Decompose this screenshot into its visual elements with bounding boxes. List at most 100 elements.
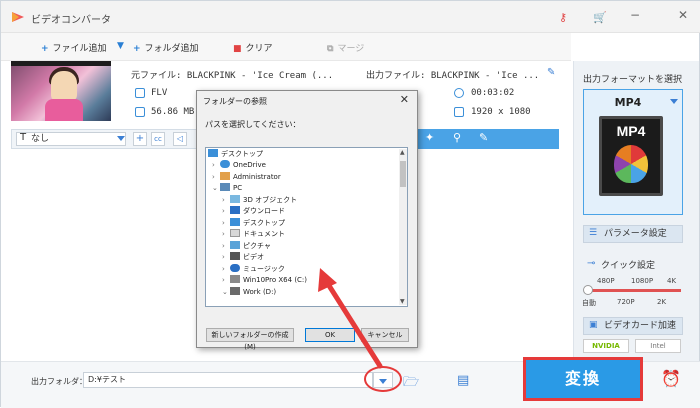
pictures-icon bbox=[230, 241, 240, 249]
expand-icon[interactable]: › bbox=[222, 206, 230, 217]
expand-icon[interactable]: › bbox=[222, 252, 230, 263]
convert-button[interactable]: 変換 bbox=[523, 357, 643, 401]
nvidia-badge: NVIDIA bbox=[583, 339, 629, 353]
folder-browse-icon[interactable]: ▤ bbox=[457, 373, 469, 388]
tree-item[interactable]: › ピクチャ bbox=[222, 241, 271, 252]
plus-icon: + bbox=[133, 44, 141, 54]
subtitle-select[interactable]: なし bbox=[16, 132, 126, 146]
add-folder-button[interactable]: + フォルダ追加 bbox=[133, 41, 199, 54]
source-file-name: 元ファイル: BLACKPINK - 'Ice Cream (... bbox=[131, 71, 334, 81]
expand-icon[interactable]: › bbox=[222, 275, 230, 286]
source-format: FLV bbox=[151, 88, 168, 98]
alarm-clock-icon[interactable]: ⏰ bbox=[661, 369, 681, 388]
new-folder-button[interactable]: 新しいフォルダーの作成(M) bbox=[206, 328, 294, 351]
drive-icon bbox=[230, 287, 240, 295]
text-icon: T bbox=[20, 132, 27, 143]
expand-icon[interactable]: › bbox=[222, 241, 230, 252]
quick-settings-label: クイック設定 bbox=[601, 261, 656, 271]
app-logo-icon bbox=[12, 12, 24, 22]
edit-name-icon[interactable]: ✎ bbox=[547, 67, 555, 78]
trash-icon: ■ bbox=[233, 44, 242, 54]
expand-icon[interactable]: › bbox=[222, 229, 230, 240]
tree-item[interactable]: デスクトップ bbox=[208, 149, 263, 160]
quick-settings-icon: ⊸ bbox=[587, 258, 596, 269]
merge-button[interactable]: ⧉ マージ bbox=[327, 41, 364, 54]
cc-icon[interactable]: cc bbox=[151, 132, 165, 146]
desktop-icon bbox=[230, 218, 240, 226]
format-dropdown-icon[interactable] bbox=[670, 99, 678, 104]
desktop-icon bbox=[208, 149, 218, 157]
format-select-label: 出力フォーマットを選択 bbox=[583, 75, 683, 85]
expand-icon[interactable]: › bbox=[222, 264, 230, 275]
tree-item[interactable]: › OneDrive bbox=[212, 160, 266, 171]
tick-480p: 480P bbox=[597, 277, 615, 285]
quality-slider-knob[interactable] bbox=[583, 285, 593, 295]
output-folder-input[interactable]: D:¥テスト bbox=[83, 372, 373, 388]
cart-icon[interactable]: 🛒 bbox=[593, 11, 607, 24]
format-icon bbox=[135, 88, 145, 98]
add-file-button[interactable]: + ファイル追加 bbox=[41, 41, 107, 54]
audio-icon[interactable]: ◁ bbox=[173, 132, 187, 146]
folder-browse-dialog: フォルダーの参照 ✕ パスを選択してください： デスクトップ › OneDrive… bbox=[196, 90, 418, 351]
open-folder-icon[interactable]: 🗁 bbox=[403, 373, 419, 395]
video-icon bbox=[230, 252, 240, 260]
expand-icon[interactable]: › bbox=[222, 195, 230, 206]
tree-item[interactable]: ⌄ Work (D:) bbox=[222, 287, 276, 298]
tree-item[interactable]: ⌄ PC bbox=[212, 183, 242, 194]
output-format-name: MP4 bbox=[614, 96, 642, 109]
tree-item[interactable]: › ビデオ bbox=[222, 252, 264, 263]
tree-item[interactable]: › Win10Pro X64 (C:) bbox=[222, 275, 307, 286]
clock-icon bbox=[454, 88, 464, 98]
effects-icon[interactable]: ✦ bbox=[425, 131, 434, 144]
tick-auto: 自動 bbox=[582, 299, 596, 307]
tick-2k: 2K bbox=[657, 298, 667, 306]
ok-button[interactable]: OK bbox=[305, 328, 355, 342]
quality-slider[interactable] bbox=[587, 289, 681, 292]
sliders-icon: ☰ bbox=[589, 228, 598, 238]
expand-icon[interactable]: › bbox=[222, 218, 230, 229]
folder-tree[interactable]: デスクトップ › OneDrive › Administrator ⌄ PC › 3D … bbox=[205, 147, 408, 307]
scrollbar-thumb[interactable] bbox=[400, 161, 406, 187]
scroll-down-icon[interactable]: ▼ bbox=[400, 298, 405, 305]
gpu-accel-button[interactable]: ビデオカード加速 bbox=[583, 317, 683, 335]
minimize-icon[interactable]: − bbox=[626, 8, 644, 22]
tree-item[interactable]: › Administrator bbox=[212, 172, 281, 183]
edit-icon[interactable]: ✎ bbox=[479, 131, 488, 144]
collapse-icon[interactable]: ⌄ bbox=[222, 287, 230, 298]
output-resolution: 1920 x 1080 bbox=[471, 107, 531, 117]
clear-button[interactable]: ■ クリア bbox=[233, 41, 273, 54]
pc-icon bbox=[220, 183, 230, 191]
cloud-icon bbox=[220, 160, 230, 168]
output-folder-label: 出力フォルダ： bbox=[31, 377, 87, 386]
dialog-close-icon[interactable]: ✕ bbox=[400, 93, 409, 106]
tree-item[interactable]: › 3D オブジェクト bbox=[222, 195, 297, 206]
add-file-dropdown-icon[interactable]: ▼ bbox=[117, 41, 124, 51]
cancel-button[interactable]: キャンセル bbox=[361, 328, 409, 342]
user-icon bbox=[220, 172, 230, 180]
tree-item[interactable]: › ドキュメント bbox=[222, 229, 285, 240]
dialog-title: フォルダーの参照 bbox=[203, 97, 267, 106]
expand-icon[interactable]: › bbox=[212, 172, 220, 183]
dialog-prompt: パスを選択してください： bbox=[205, 120, 301, 129]
add-subtitle-button[interactable]: + bbox=[133, 132, 147, 146]
video-thumbnail[interactable] bbox=[11, 61, 111, 121]
title-bar: ビデオコンバータ ⚷ 🛒 − ✕ bbox=[1, 1, 700, 33]
tree-item[interactable]: › ミュージック bbox=[222, 264, 285, 275]
key-icon[interactable]: ⚷ bbox=[559, 11, 567, 24]
drive-icon bbox=[230, 275, 240, 283]
watermark-icon[interactable]: ⚲ bbox=[453, 131, 461, 144]
tree-item[interactable]: › デスクトップ bbox=[222, 218, 285, 229]
collapse-icon[interactable]: ⌄ bbox=[212, 183, 220, 194]
expand-icon[interactable]: › bbox=[212, 160, 220, 171]
gpu-icon: ▣ bbox=[589, 320, 598, 330]
close-icon[interactable]: ✕ bbox=[674, 8, 692, 22]
tree-item[interactable]: › ダウンロード bbox=[222, 206, 285, 217]
3d-objects-icon bbox=[230, 195, 240, 203]
parameter-settings-button[interactable]: パラメータ設定 bbox=[583, 225, 683, 243]
resolution-icon bbox=[454, 107, 464, 117]
download-icon bbox=[230, 206, 240, 214]
merge-icon: ⧉ bbox=[327, 44, 334, 54]
subtitle-dropdown-icon[interactable] bbox=[117, 136, 125, 141]
plus-icon: + bbox=[41, 44, 49, 54]
scroll-up-icon[interactable]: ▲ bbox=[400, 149, 405, 156]
